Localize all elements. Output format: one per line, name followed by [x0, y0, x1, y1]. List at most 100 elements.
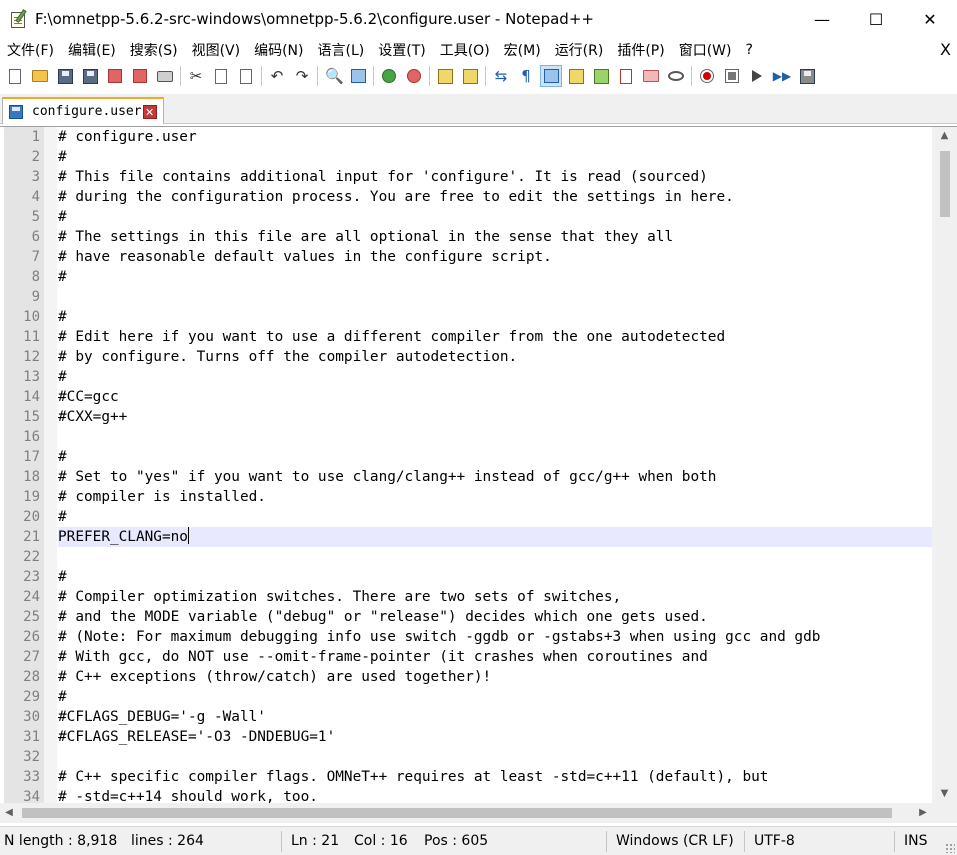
save-all-button[interactable]	[79, 65, 101, 87]
indent-guide-button[interactable]	[540, 65, 562, 87]
code-line[interactable]: 16	[0, 427, 932, 447]
replace-button[interactable]	[347, 65, 369, 87]
line-text[interactable]: # have reasonable default values in the …	[58, 247, 932, 267]
line-text[interactable]: # by configure. Turns off the compiler a…	[58, 347, 932, 367]
menu-language[interactable]: 语言(L)	[311, 40, 372, 60]
current-line[interactable]: 21 PREFER_CLANG=no	[0, 527, 932, 547]
line-text[interactable]: # Set to "yes" if you want to use clang/…	[58, 467, 932, 487]
folder-workspace-button[interactable]	[640, 65, 662, 87]
status-eol[interactable]: Windows (CR LF)	[616, 827, 734, 855]
copy-button[interactable]	[210, 65, 232, 87]
code-line[interactable]: 25 # and the MODE variable ("debug" or "r…	[0, 607, 932, 627]
code-line[interactable]: 24 # Compiler optimization switches. Ther…	[0, 587, 932, 607]
new-file-button[interactable]	[4, 65, 26, 87]
code-line[interactable]: 4 # during the configuration process. You…	[0, 187, 932, 207]
status-insert-mode[interactable]: INS	[904, 827, 928, 855]
menu-tools[interactable]: 工具(O)	[433, 40, 497, 60]
code-line[interactable]: 7 # have reasonable default values in the…	[0, 247, 932, 267]
menu-macro[interactable]: 宏(M)	[497, 40, 548, 60]
code-line[interactable]: 2 #	[0, 147, 932, 167]
close-button[interactable]: ✕	[903, 0, 957, 38]
code-line[interactable]: 1 # configure.user	[0, 127, 932, 147]
line-text[interactable]: #CFLAGS_RELEASE='-O3 -DNDEBUG=1'	[58, 727, 932, 747]
minimize-button[interactable]: —	[795, 0, 849, 38]
line-text[interactable]: # and the MODE variable ("debug" or "rel…	[58, 607, 932, 627]
code-line[interactable]: 17 #	[0, 447, 932, 467]
editor-area[interactable]: 1 # configure.user 2 #3 # This file contains…	[0, 126, 957, 823]
line-text[interactable]: PREFER_CLANG=no	[58, 527, 932, 547]
code-line[interactable]: 34 # -std=c++14 should work, too.	[0, 787, 932, 803]
line-text[interactable]: #	[58, 567, 932, 587]
save-macro-button[interactable]	[796, 65, 818, 87]
line-text[interactable]: #	[58, 367, 932, 387]
vertical-scrollbar[interactable]: ▲ ▼	[932, 127, 957, 803]
line-text[interactable]: #	[58, 267, 932, 287]
close-file-button[interactable]	[104, 65, 126, 87]
show-all-chars-button[interactable]: ¶	[515, 65, 537, 87]
line-text[interactable]: # The settings in this file are all opti…	[58, 227, 932, 247]
scroll-down-icon[interactable]: ▼	[932, 785, 957, 803]
code-line[interactable]: 9	[0, 287, 932, 307]
line-text[interactable]	[58, 547, 932, 567]
monitor-button[interactable]	[665, 65, 687, 87]
line-text[interactable]: #	[58, 687, 932, 707]
tab-close-icon[interactable]: ✕	[142, 104, 157, 119]
code-line[interactable]: 28 # C++ exceptions (throw/catch) are use…	[0, 667, 932, 687]
line-text[interactable]: # With gcc, do NOT use --omit-frame-poin…	[58, 647, 932, 667]
doc-map-button[interactable]	[590, 65, 612, 87]
menu-encoding[interactable]: 编码(N)	[247, 40, 310, 60]
line-text[interactable]: # C++ specific compiler flags. OMNeT++ r…	[58, 767, 932, 787]
horizontal-scrollbar[interactable]: ◀ ▶	[0, 803, 932, 823]
code-line[interactable]: 22	[0, 547, 932, 567]
code-line[interactable]: 27 # With gcc, do NOT use --omit-frame-po…	[0, 647, 932, 667]
line-text[interactable]	[58, 747, 932, 767]
line-text[interactable]: #	[58, 147, 932, 167]
line-text[interactable]: # This file contains additional input fo…	[58, 167, 932, 187]
zoom-in-button[interactable]	[378, 65, 400, 87]
menu-settings[interactable]: 设置(T)	[371, 40, 432, 60]
scroll-right-icon[interactable]: ▶	[914, 803, 932, 823]
code-line[interactable]: 10 #	[0, 307, 932, 327]
code-line[interactable]: 12 # by configure. Turns off the compiler…	[0, 347, 932, 367]
code-line[interactable]: 23 #	[0, 567, 932, 587]
line-text[interactable]: # C++ exceptions (throw/catch) are used …	[58, 667, 932, 687]
maximize-button[interactable]: ☐	[849, 0, 903, 38]
line-text[interactable]: # compiler is installed.	[58, 487, 932, 507]
menu-help[interactable]: ?	[739, 42, 760, 58]
line-text[interactable]: #CFLAGS_DEBUG='-g -Wall'	[58, 707, 932, 727]
menu-window[interactable]: 窗口(W)	[672, 40, 739, 60]
line-text[interactable]: # during the configuration process. You …	[58, 187, 932, 207]
code-line[interactable]: 3 # This file contains additional input f…	[0, 167, 932, 187]
scroll-left-icon[interactable]: ◀	[0, 803, 18, 823]
scroll-up-icon[interactable]: ▲	[932, 127, 957, 145]
user-language-button[interactable]	[565, 65, 587, 87]
status-encoding[interactable]: UTF-8	[754, 827, 795, 855]
line-text[interactable]: # Compiler optimization switches. There …	[58, 587, 932, 607]
code-line[interactable]: 19 # compiler is installed.	[0, 487, 932, 507]
run-macro-multiple-button[interactable]: ▶▶	[771, 65, 793, 87]
zoom-out-button[interactable]	[403, 65, 425, 87]
line-text[interactable]	[58, 427, 932, 447]
text-area[interactable]: 1 # configure.user 2 #3 # This file contains…	[0, 127, 932, 803]
code-line[interactable]: 26 # (Note: For maximum debugging info us…	[0, 627, 932, 647]
code-line[interactable]: 11 # Edit here if you want to use a diffe…	[0, 327, 932, 347]
word-wrap-button[interactable]: ⇆	[490, 65, 512, 87]
code-line[interactable]: 20 #	[0, 507, 932, 527]
line-text[interactable]: #	[58, 307, 932, 327]
find-button[interactable]: 🔍	[322, 65, 344, 87]
line-text[interactable]: # Edit here if you want to use a differe…	[58, 327, 932, 347]
code-line[interactable]: 31 #CFLAGS_RELEASE='-O3 -DNDEBUG=1'	[0, 727, 932, 747]
vertical-scroll-thumb[interactable]	[940, 151, 950, 217]
line-text[interactable]: #CXX=g++	[58, 407, 932, 427]
code-line[interactable]: 30 #CFLAGS_DEBUG='-g -Wall'	[0, 707, 932, 727]
menu-plugins[interactable]: 插件(P)	[610, 40, 671, 60]
code-line[interactable]: 8 #	[0, 267, 932, 287]
horizontal-scroll-thumb[interactable]	[22, 808, 892, 818]
menu-edit[interactable]: 编辑(E)	[61, 40, 123, 60]
cut-button[interactable]: ✂	[185, 65, 207, 87]
code-line[interactable]: 33 # C++ specific compiler flags. OMNeT++…	[0, 767, 932, 787]
menu-view[interactable]: 视图(V)	[185, 40, 248, 60]
menu-run[interactable]: 运行(R)	[548, 40, 611, 60]
line-text[interactable]: #	[58, 447, 932, 467]
open-file-button[interactable]	[29, 65, 51, 87]
